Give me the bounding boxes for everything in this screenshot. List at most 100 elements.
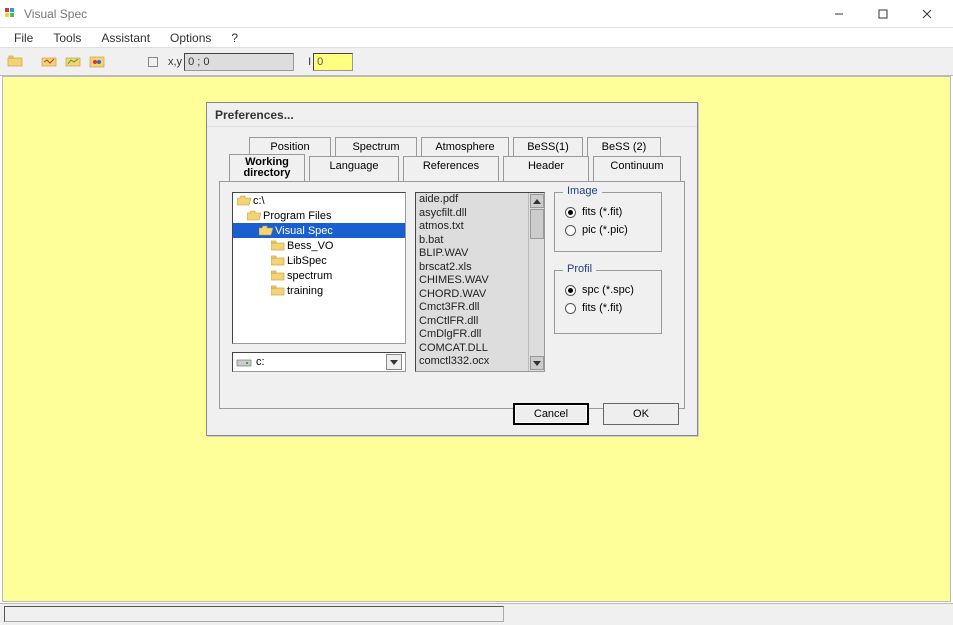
window-titlebar: Visual Spec: [0, 0, 953, 28]
dir-row[interactable]: Bess_VO: [233, 238, 405, 253]
radio-image-pic[interactable]: pic (*.pic): [565, 221, 651, 239]
tab-language[interactable]: Language: [309, 156, 399, 181]
window-title: Visual Spec: [24, 7, 817, 21]
scroll-thumb[interactable]: [530, 209, 544, 239]
ok-button[interactable]: OK: [603, 403, 679, 425]
folder-icon: [271, 240, 285, 251]
menu-file[interactable]: File: [6, 29, 41, 47]
dialog-title: Preferences...: [207, 103, 697, 127]
image-group-legend: Image: [563, 185, 602, 197]
radio-image-pic-label: pic (*.pic): [582, 224, 628, 236]
tab-references[interactable]: References: [403, 156, 499, 181]
dir-label: c:\: [253, 195, 265, 207]
file-item[interactable]: CHIMES.WAV: [416, 274, 530, 288]
radio-profil-spc-label: spc (*.spc): [582, 284, 634, 296]
dir-row[interactable]: c:\: [233, 193, 405, 208]
file-item[interactable]: CmCtlFR.dll: [416, 315, 530, 329]
file-item[interactable]: b.bat: [416, 234, 530, 248]
toolbar-btn-1[interactable]: [4, 51, 26, 73]
file-item[interactable]: brscat2.xls: [416, 261, 530, 275]
profil-group: Profil spc (*.spc) fits (*.fit): [554, 270, 662, 334]
file-list-scrollbar[interactable]: [528, 193, 544, 371]
cancel-button-label: Cancel: [534, 408, 568, 420]
menu-bar: File Tools Assistant Options ?: [0, 28, 953, 48]
tab-header[interactable]: Header: [503, 156, 589, 181]
dir-label: Program Files: [263, 210, 331, 222]
folder-open-icon: [247, 210, 261, 221]
toolbar-btn-3[interactable]: [62, 51, 84, 73]
file-item[interactable]: Cmct3FR.dll: [416, 301, 530, 315]
drive-icon: [236, 357, 252, 368]
toolbar-i-field: [313, 53, 353, 71]
dir-label: Bess_VO: [287, 240, 333, 252]
drive-label: c:: [256, 356, 265, 368]
close-button[interactable]: [905, 0, 949, 28]
file-item[interactable]: asycfilt.dll: [416, 207, 530, 221]
radio-profil-spc[interactable]: spc (*.spc): [565, 281, 651, 299]
tab-atmosphere[interactable]: Atmosphere: [421, 137, 509, 156]
folder-open-icon: [237, 195, 251, 206]
file-item[interactable]: COMCAT.DLL: [416, 342, 530, 356]
dir-label: training: [287, 285, 323, 297]
toolbar-xy-label: x,y: [168, 56, 182, 68]
file-item[interactable]: BLIP.WAV: [416, 247, 530, 261]
menu-help[interactable]: ?: [223, 29, 246, 47]
toolbar: x,y I: [0, 48, 953, 76]
cancel-button[interactable]: Cancel: [513, 403, 589, 425]
toolbar-xy-field: [184, 53, 294, 71]
tab-continuum[interactable]: Continuum: [593, 156, 681, 181]
preferences-dialog: Preferences... Position Spectrum Atmosph…: [206, 102, 698, 436]
status-bar: [0, 603, 953, 625]
folder-icon: [271, 270, 285, 281]
file-item[interactable]: CmDlgFR.dll: [416, 328, 530, 342]
scroll-down-arrow[interactable]: [530, 356, 544, 370]
menu-tools[interactable]: Tools: [45, 29, 89, 47]
drive-select[interactable]: c:: [232, 352, 406, 372]
directory-tree[interactable]: c:\ Program FilesVisual Spec Bess_VO LibSpe…: [232, 192, 406, 344]
folder-icon: [271, 255, 285, 266]
file-item[interactable]: CHORD.WAV: [416, 288, 530, 302]
file-item[interactable]: aide.pdf: [416, 193, 530, 207]
file-item[interactable]: comctl332.ocx: [416, 355, 530, 369]
maximize-button[interactable]: [861, 0, 905, 28]
ok-button-label: OK: [633, 408, 649, 420]
tab-bess2[interactable]: BeSS (2): [587, 137, 661, 156]
dialog-buttons: Cancel OK: [513, 403, 679, 425]
dir-label: LibSpec: [287, 255, 327, 267]
tab-pane-working-directory: c:\ Program FilesVisual Spec Bess_VO LibSpe…: [219, 181, 685, 409]
status-panel: [4, 606, 504, 622]
radio-image-fits[interactable]: fits (*.fit): [565, 203, 651, 221]
file-list[interactable]: aide.pdfasycfilt.dllatmos.txtb.batBLIP.W…: [415, 192, 545, 372]
tab-spectrum[interactable]: Spectrum: [335, 137, 417, 156]
dir-row[interactable]: Visual Spec: [233, 223, 405, 238]
radio-profil-fits[interactable]: fits (*.fit): [565, 299, 651, 317]
radio-profil-fits-label: fits (*.fit): [582, 302, 622, 314]
dir-label: spectrum: [287, 270, 332, 282]
radio-icon: [565, 285, 576, 296]
dir-row[interactable]: Program Files: [233, 208, 405, 223]
toolbar-btn-4[interactable]: [86, 51, 108, 73]
menu-assistant[interactable]: Assistant: [93, 29, 158, 47]
radio-image-fits-label: fits (*.fit): [582, 206, 622, 218]
tab-working-directory-label: Working directory: [237, 157, 297, 179]
dir-row[interactable]: LibSpec: [233, 253, 405, 268]
dir-row[interactable]: training: [233, 283, 405, 298]
scroll-up-arrow[interactable]: [530, 194, 544, 208]
folder-open-icon: [259, 225, 273, 236]
menu-options[interactable]: Options: [162, 29, 219, 47]
dir-row[interactable]: spectrum: [233, 268, 405, 283]
tab-bess1[interactable]: BeSS(1): [513, 137, 583, 156]
toolbar-xy-checkbox[interactable]: [148, 57, 158, 67]
toolbar-btn-2[interactable]: [38, 51, 60, 73]
folder-icon: [271, 285, 285, 296]
app-icon: [4, 7, 18, 21]
file-item[interactable]: atmos.txt: [416, 220, 530, 234]
drive-dropdown-arrow[interactable]: [386, 354, 402, 370]
radio-icon: [565, 207, 576, 218]
minimize-button[interactable]: [817, 0, 861, 28]
radio-icon: [565, 303, 576, 314]
tabs-row-back: Position Spectrum Atmosphere BeSS(1) BeS…: [249, 137, 685, 156]
toolbar-sep-1: [28, 51, 36, 73]
profil-group-legend: Profil: [563, 263, 596, 275]
tab-working-directory[interactable]: Working directory: [229, 154, 305, 181]
